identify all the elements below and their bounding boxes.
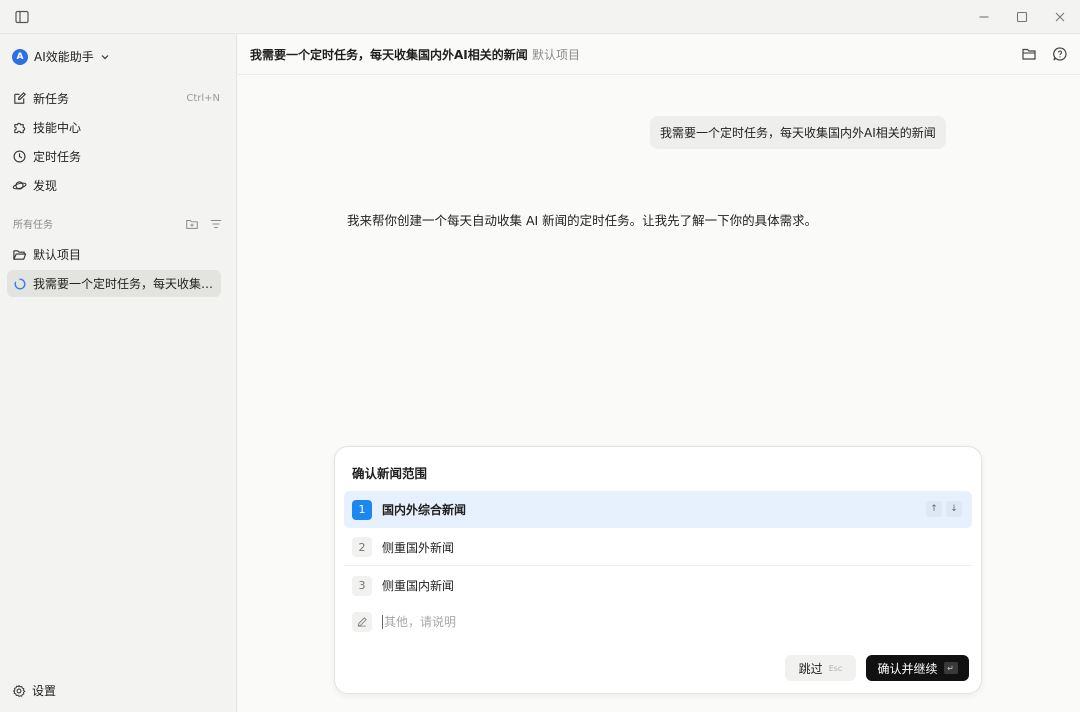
skip-label: 跳过 [798,661,823,676]
nav-new-task-label: 新任务 [33,91,70,106]
filter-icon[interactable] [209,217,223,231]
nav-skill-center-label: 技能中心 [33,120,82,135]
new-task-shortcut: Ctrl+N [186,92,220,104]
arrow-down-icon[interactable]: ↓ [946,501,962,517]
nav-discover-label: 发现 [33,178,58,193]
minimize-icon[interactable] [976,9,992,25]
question-title: 确认新闻范围 [352,466,428,481]
user-message-text: 我需要一个定时任务，每天收集国内外AI相关的新闻 [660,126,936,140]
option-label: 侧重国外新闻 [382,540,455,555]
project-default[interactable]: 默认项目 [12,242,224,266]
section-all-tasks: 所有任务 [13,220,53,231]
maximize-icon[interactable] [1014,9,1030,25]
option-number: 1 [352,499,372,520]
nav-new-task[interactable]: 新任务 Ctrl+N [12,86,224,110]
option-label: 国内外综合新闻 [382,503,467,517]
arrow-up-icon[interactable]: ↑ [926,501,942,517]
enter-key-icon: ↵ [943,662,958,674]
other-option-input[interactable] [382,615,682,629]
other-option-row [352,612,682,632]
project-default-label: 默认项目 [33,247,82,262]
close-icon[interactable] [1052,9,1068,25]
clock-icon [13,149,26,163]
confirm-label: 确认并继续 [877,661,938,676]
sidebar-panel-icon[interactable] [14,9,30,25]
nav-scheduled-tasks-label: 定时任务 [33,149,82,164]
main-panel: 我需要一个定时任务，每天收集国内外AI相关的新闻 默认项目 我需要一个定时任务，… [238,34,1080,712]
planet-icon [12,180,27,190]
nav-scheduled-tasks[interactable]: 定时任务 [12,144,224,168]
puzzle-icon [14,122,26,133]
settings-label: 设置 [32,684,57,698]
pencil-icon [352,612,372,632]
conversation-title: 我需要一个定时任务，每天收集国内外AI相关的新闻 [250,48,528,62]
workspace-avatar: A [12,48,28,65]
workspace-switcher[interactable]: A AI效能助手 [12,48,110,65]
option-2[interactable]: 2 侧重国外新闻 [344,529,972,566]
task-item-label: 我需要一个定时任务，每天收集… [33,277,214,291]
edit-icon [14,91,26,104]
loading-spinner-icon [14,277,26,289]
assistant-message-text: 我来帮你创建一个每天自动收集 AI 新闻的定时任务。让我先了解一下你的具体需求。 [347,213,818,228]
help-chat-icon[interactable] [1052,46,1068,62]
question-card: 确认新闻范围 1 国内外综合新闻 ↑ ↓ 2 侧重国外新闻 3 侧重国内新闻 其… [334,446,982,694]
option-1[interactable]: 1 国内外综合新闻 ↑ ↓ [344,491,972,528]
gear-icon [12,684,26,697]
option-label: 侧重国内新闻 [382,579,455,593]
new-folder-icon[interactable] [185,217,199,231]
confirm-continue-button[interactable]: 确认并继续 ↵ [866,655,969,681]
nav-discover[interactable]: 发现 [12,173,224,197]
skip-button[interactable]: 跳过 Esc [785,655,856,681]
option-number: 3 [352,575,372,596]
title-bar [0,0,1080,34]
conversation-header: 我需要一个定时任务，每天收集国内外AI相关的新闻 默认项目 [238,34,1080,75]
chevron-down-icon [101,54,109,59]
user-message-bubble: 我需要一个定时任务，每天收集国内外AI相关的新闻 [650,116,946,149]
conversation-project[interactable]: 默认项目 [532,46,580,63]
task-item-active[interactable]: 我需要一个定时任务，每天收集… [7,270,221,297]
folder-icon[interactable] [1021,46,1037,62]
reorder-controls: ↑ ↓ [926,501,962,517]
option-number: 2 [352,537,372,557]
option-3[interactable]: 3 侧重国内新闻 [344,567,972,604]
skip-shortcut: Esc [828,663,843,673]
settings-button[interactable]: 设置 [12,682,56,699]
sidebar: A AI效能助手 新任务 Ctrl+N 技能中心 定时任务 发现 所有任务 默认… [0,34,237,712]
workspace-name: AI效能助手 [34,50,94,64]
nav-skill-center[interactable]: 技能中心 [12,115,224,139]
folder-open-icon [13,249,27,260]
